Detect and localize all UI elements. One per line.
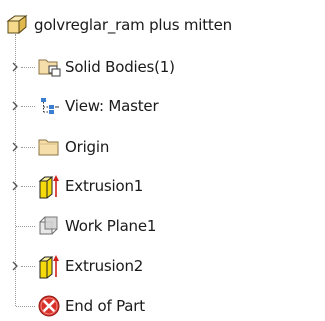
tree-item-label: Origin bbox=[65, 138, 110, 156]
tree-item-label: Work Plane1 bbox=[65, 217, 157, 235]
tree-item-origin[interactable]: Origin bbox=[36, 132, 109, 162]
tree-connector-line bbox=[21, 186, 35, 187]
end-of-part-icon bbox=[36, 293, 62, 319]
part-icon bbox=[4, 12, 30, 38]
model-browser-tree: golvreglar_ram plus mitten Solid Bodies(… bbox=[0, 0, 325, 320]
tree-item-label: Extrusion2 bbox=[65, 257, 144, 275]
expand-extrusion2-chevron-icon[interactable] bbox=[10, 251, 20, 281]
view-rep-icon bbox=[36, 93, 62, 119]
tree-item-label: Extrusion1 bbox=[65, 177, 144, 195]
extrusion-icon bbox=[36, 173, 62, 199]
tree-item-solid-bodies[interactable]: Solid Bodies(1) bbox=[36, 52, 175, 82]
tree-item-label: End of Part bbox=[65, 297, 145, 315]
work-plane-icon bbox=[36, 213, 62, 239]
solid-bodies-folder-icon bbox=[36, 54, 62, 80]
root-part-label: golvreglar_ram plus mitten bbox=[34, 16, 232, 34]
tree-connector-line bbox=[21, 67, 35, 68]
expand-solid-bodies-chevron-icon[interactable] bbox=[10, 52, 20, 82]
tree-item-end-of-part[interactable]: End of Part bbox=[36, 291, 145, 321]
tree-item-extrusion1[interactable]: Extrusion1 bbox=[36, 171, 143, 201]
expand-view-master-chevron-icon[interactable] bbox=[10, 91, 20, 121]
expand-origin-chevron-icon[interactable] bbox=[10, 132, 20, 162]
tree-connector-line bbox=[21, 266, 35, 267]
tree-item-view-master[interactable]: View: Master bbox=[36, 91, 159, 121]
tree-item-label: Solid Bodies(1) bbox=[65, 58, 175, 76]
tree-connector-line bbox=[16, 226, 35, 227]
tree-root-part[interactable]: golvreglar_ram plus mitten bbox=[4, 10, 232, 40]
tree-connector-line bbox=[21, 106, 35, 107]
folder-icon bbox=[36, 134, 62, 160]
tree-connector-line bbox=[21, 147, 35, 148]
tree-item-label: View: Master bbox=[65, 97, 159, 115]
expand-extrusion1-chevron-icon[interactable] bbox=[10, 171, 20, 201]
tree-connector-line bbox=[16, 306, 35, 307]
extrusion-icon bbox=[36, 253, 62, 279]
tree-item-work-plane1[interactable]: Work Plane1 bbox=[36, 211, 156, 241]
tree-item-extrusion2[interactable]: Extrusion2 bbox=[36, 251, 143, 281]
